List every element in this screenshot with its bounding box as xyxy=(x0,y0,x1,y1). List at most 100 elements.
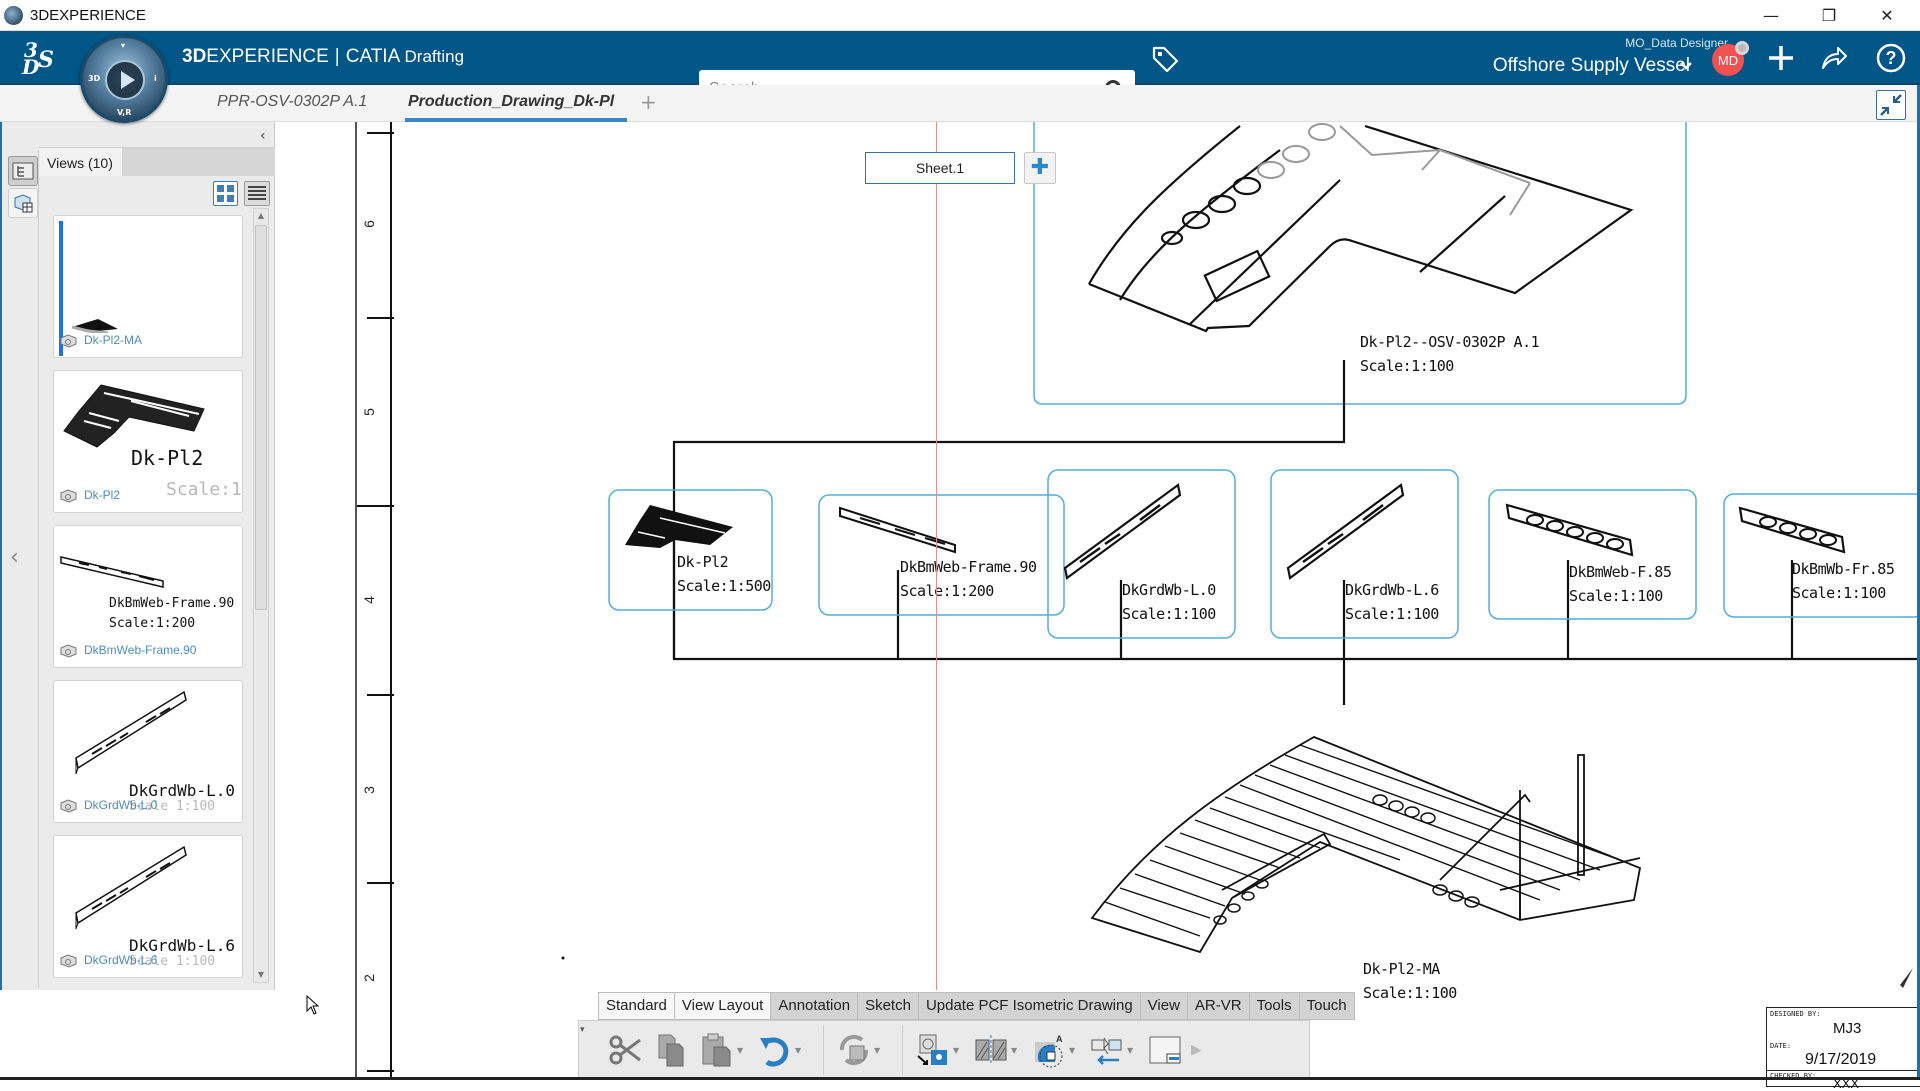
front-view-button[interactable] xyxy=(913,1030,953,1070)
tab-production-drawing[interactable]: Production_Drawing_Dk-Pl xyxy=(408,93,614,111)
view-label-fr85[interactable]: DkBmWb-Fr.85 Scale:1:100 xyxy=(1792,557,1895,605)
vertical-ruler: 6 5 4 3 2 xyxy=(355,122,394,1080)
view-label-ma[interactable]: Dk-Pl2-MA Scale:1:100 xyxy=(1363,957,1457,1005)
compass-widget[interactable]: ▾ 3D i V,R xyxy=(80,35,168,123)
panel-scrollbar[interactable]: ▲ ▼ xyxy=(253,208,269,983)
views-panel: ‹ Views (10) Dk-Pl2-MA Dk-Pl2 Scale:1:50… xyxy=(0,122,275,990)
view-label-frame90[interactable]: DkBmWeb-Frame.90 Scale:1:200 xyxy=(900,555,1037,603)
collapse-fullscreen-button[interactable] xyxy=(1876,90,1906,120)
scroll-up-icon[interactable]: ▲ xyxy=(255,209,267,223)
view-card-dkbmweb-frame90[interactable]: DkBmWeb-Frame.90 Scale:1:200 DkBmWeb-Fra… xyxy=(53,525,243,668)
brand-bold: 3D xyxy=(182,46,207,67)
toolbar-tab-annotation[interactable]: Annotation xyxy=(771,993,859,1019)
views-catalog-tab[interactable] xyxy=(8,188,38,218)
toolbar-tab-view[interactable]: View xyxy=(1141,993,1188,1019)
app-header: 3DS 3DEXPERIENCE|CATIA Drafting MO_Data … xyxy=(0,31,1920,109)
minimize-button[interactable]: — xyxy=(1742,0,1800,31)
view-name: DkBmWb-Fr.85 xyxy=(1792,560,1895,578)
section-view-dropdown-icon[interactable]: ▼ xyxy=(1011,1046,1019,1055)
paste-button[interactable] xyxy=(697,1030,737,1070)
paste-dropdown-icon[interactable]: ▼ xyxy=(737,1046,745,1055)
close-button[interactable]: ✕ xyxy=(1858,0,1916,31)
compass-top-icon: ▾ xyxy=(121,41,126,50)
frame-titleblock-button[interactable] xyxy=(1145,1030,1185,1070)
tag-icon[interactable] xyxy=(1150,44,1180,74)
date-label: DATE: xyxy=(1770,1042,1792,1050)
user-role: MO_Data Designer xyxy=(1625,36,1728,50)
connector-lines xyxy=(672,360,1920,705)
tab-ppr-osv[interactable]: PPR-OSV-0302P A.1 xyxy=(217,93,367,111)
update-button[interactable] xyxy=(834,1030,874,1070)
toolbar-tab-tools[interactable]: Tools xyxy=(1250,993,1300,1019)
front-view-dropdown-icon[interactable]: ▼ xyxy=(953,1046,961,1055)
view-card-dkgrdwb-l0[interactable]: DkGrdWb-L.0 Scale 1:100 DkGrdWb-L.0 xyxy=(53,680,243,823)
view-label-dk-pl2[interactable]: Dk-Pl2 Scale:1:500 xyxy=(677,550,771,598)
undo-dropdown-icon[interactable]: ▼ xyxy=(795,1046,803,1055)
view-card-dkgrdwb-l6[interactable]: DkGrdWb-L.6 Scale 1:100 DkGrdWb-L.6 xyxy=(53,835,243,978)
dassault-logo-icon[interactable]: 3DS xyxy=(20,37,64,79)
break-view-dropdown-icon[interactable]: ▼ xyxy=(1127,1046,1135,1055)
view-card-caption: DkGrdWb-L.6 xyxy=(84,953,158,967)
window-title: 3DEXPERIENCE xyxy=(30,7,146,24)
view-card-dk-pl2-ma[interactable]: Dk-Pl2-MA xyxy=(53,215,243,358)
copy-button[interactable] xyxy=(651,1030,691,1070)
view-label-f85[interactable]: DkBmWeb-F.85 Scale:1:100 xyxy=(1569,560,1672,608)
view-type-icon xyxy=(60,489,77,503)
cut-button[interactable] xyxy=(605,1030,645,1070)
action-bar-options-icon[interactable]: ▾ xyxy=(580,1025,585,1035)
app-brand: 3DEXPERIENCE | CATIA Drafting xyxy=(182,46,464,68)
view-thumbnail xyxy=(63,384,205,448)
ruler-label: 4 xyxy=(360,596,377,604)
toolbar-tab-touch[interactable]: Touch xyxy=(1300,993,1354,1019)
expand-panel-icon[interactable]: ‹ xyxy=(10,545,19,570)
ruler-tick xyxy=(367,132,394,134)
view-name: DkGrdWb-L.0 xyxy=(1122,581,1216,599)
collab-space-label: Offshore Supply Vessel xyxy=(1492,55,1690,76)
sheet-selector[interactable]: Sheet.1 xyxy=(865,152,1015,184)
update-dropdown-icon[interactable]: ▼ xyxy=(874,1046,882,1055)
chevron-down-icon[interactable] xyxy=(1679,61,1693,71)
toolbar-tab-sketch[interactable]: Sketch xyxy=(858,993,919,1019)
toolbar-tab-update-pcf[interactable]: Update PCF Isometric Drawing xyxy=(919,993,1141,1019)
view-label-l0[interactable]: DkGrdWb-L.0 Scale:1:100 xyxy=(1122,578,1216,626)
view-label-l6[interactable]: DkGrdWb-L.6 Scale:1:100 xyxy=(1345,578,1439,626)
drawing-canvas[interactable]: Dk-Pl2--OSV-0302P A.1 Scale:1:100 Dk-Pl2 S… xyxy=(392,122,1920,1080)
play-button[interactable] xyxy=(105,60,145,100)
ruler-tick xyxy=(367,882,394,884)
add-tab-button[interactable]: + xyxy=(640,90,657,114)
break-view-button[interactable] xyxy=(1087,1030,1127,1070)
toolbar-tab-standard[interactable]: Standard xyxy=(599,993,675,1019)
collab-space-selector[interactable]: Offshore Supply Vessel xyxy=(1493,55,1690,77)
list-view-button[interactable] xyxy=(244,181,270,206)
scrollbar-thumb[interactable] xyxy=(255,225,267,610)
view-card-dk-pl2[interactable]: Dk-Pl2 Scale:1:500 Dk-Pl2 xyxy=(53,370,243,513)
view-scale: Scale:1:100 xyxy=(1569,587,1663,605)
scroll-down-icon[interactable]: ▼ xyxy=(255,968,267,982)
toolbar-tab-ar-vr[interactable]: AR-VR xyxy=(1188,993,1250,1019)
panel-collapse-button[interactable]: ‹ xyxy=(260,128,266,144)
collapse-arrows-icon xyxy=(1880,94,1902,116)
undo-button[interactable] xyxy=(755,1030,795,1070)
add-sheet-button[interactable]: ✚ xyxy=(1024,152,1056,184)
compass-3d-label: 3D xyxy=(88,74,101,83)
help-icon[interactable]: ? xyxy=(1875,42,1907,74)
share-icon[interactable] xyxy=(1819,43,1849,73)
action-bar-tabs: Standard View Layout Annotation Sketch U… xyxy=(598,992,1355,1020)
detail-view-button[interactable]: A xyxy=(1029,1030,1069,1070)
undo-icon xyxy=(760,1037,789,1067)
detail-view-dropdown-icon[interactable]: ▼ xyxy=(1069,1046,1077,1055)
restore-button[interactable]: ❐ xyxy=(1800,0,1858,31)
window-title-bar: 3DEXPERIENCE — ❐ ✕ xyxy=(0,0,1920,31)
tree-tab[interactable] xyxy=(8,156,38,186)
toolbar-tab-view-layout[interactable]: View Layout xyxy=(674,993,772,1019)
view-type-icon xyxy=(60,799,77,813)
view-thumbnail xyxy=(71,319,118,333)
section-view-button[interactable] xyxy=(971,1030,1011,1070)
more-tools-arrow-icon[interactable]: ▶ xyxy=(1191,1042,1202,1058)
view-label-main[interactable]: Dk-Pl2--OSV-0302P A.1 Scale:1:100 xyxy=(1360,330,1540,378)
grid-view-button[interactable] xyxy=(213,181,238,206)
svg-text:A: A xyxy=(1056,1034,1063,1044)
views-tab[interactable]: Views (10) xyxy=(39,148,122,176)
compass-vr-label: V,R xyxy=(117,108,132,117)
add-icon[interactable] xyxy=(1766,43,1796,73)
